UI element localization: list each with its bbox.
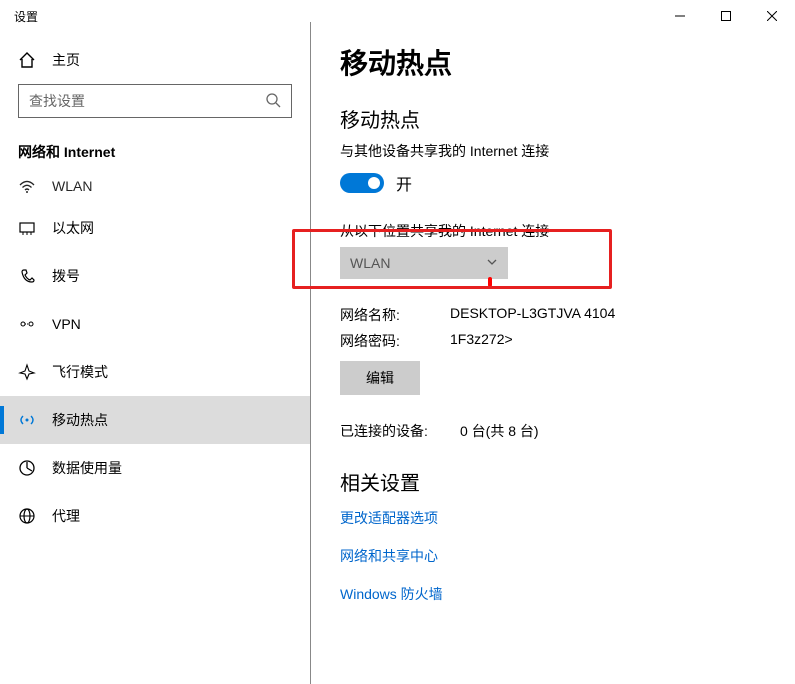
main-panel: 移动热点 移动热点 与其他设备共享我的 Internet 连接 开 从以下位置共… — [310, 32, 795, 634]
sidebar-item-ethernet[interactable]: 以太网 — [0, 204, 310, 252]
connected-devices-value: 0 台(共 8 台) — [460, 421, 539, 441]
sidebar-section-title: 网络和 Internet — [0, 138, 310, 168]
link-network-sharing-center[interactable]: 网络和共享中心 — [340, 546, 775, 566]
share-from-label: 从以下位置共享我的 Internet 连接 — [340, 221, 775, 241]
search-placeholder: 查找设置 — [29, 91, 85, 111]
vpn-icon — [18, 315, 36, 333]
network-name-key: 网络名称: — [340, 305, 450, 325]
chevron-down-icon — [486, 255, 498, 271]
airplane-icon — [18, 363, 36, 381]
sidebar-item-label: 数据使用量 — [52, 458, 122, 478]
maximize-button[interactable] — [703, 0, 749, 32]
sidebar-item-hotspot[interactable]: 移动热点 — [0, 396, 310, 444]
sidebar-item-label: 以太网 — [52, 218, 94, 238]
home-icon — [18, 51, 36, 69]
home-button[interactable]: 主页 — [0, 42, 310, 84]
hotspot-icon — [18, 411, 36, 429]
sidebar-item-label: 飞行模式 — [52, 362, 108, 382]
network-password-value: 1F3z272> — [450, 331, 513, 351]
window-title: 设置 — [14, 8, 38, 25]
sidebar-item-label: 代理 — [52, 506, 80, 526]
network-name-value: DESKTOP-L3GTJVA 4104 — [450, 305, 615, 325]
sidebar-item-label: VPN — [52, 316, 81, 332]
search-icon — [265, 92, 281, 111]
window-controls — [657, 0, 795, 32]
divider — [310, 22, 311, 684]
sidebar-item-label: WLAN — [52, 178, 92, 194]
section-title: 移动热点 — [340, 104, 775, 133]
dialup-icon — [18, 267, 36, 285]
sidebar-item-label: 移动热点 — [52, 410, 108, 430]
close-button[interactable] — [749, 0, 795, 32]
sidebar-item-data[interactable]: 数据使用量 — [0, 444, 310, 492]
link-adapter-options[interactable]: 更改适配器选项 — [340, 508, 775, 528]
dropdown-value: WLAN — [350, 255, 390, 271]
edit-button[interactable]: 编辑 — [340, 361, 420, 395]
toggle-label: 开 — [396, 171, 412, 195]
sidebar-item-dialup[interactable]: 拨号 — [0, 252, 310, 300]
minimize-button[interactable] — [657, 0, 703, 32]
sidebar-item-proxy[interactable]: 代理 — [0, 492, 310, 540]
search-input[interactable]: 查找设置 — [18, 84, 292, 118]
page-title: 移动热点 — [340, 42, 775, 82]
sidebar-item-vpn[interactable]: VPN — [0, 300, 310, 348]
annotation-marker — [488, 277, 492, 287]
ethernet-icon — [18, 219, 36, 237]
wifi-icon — [18, 177, 36, 195]
sidebar-item-wlan[interactable]: WLAN — [0, 168, 310, 204]
related-settings-title: 相关设置 — [340, 467, 775, 496]
home-label: 主页 — [52, 50, 80, 70]
network-password-key: 网络密码: — [340, 331, 450, 351]
sidebar-item-airplane[interactable]: 飞行模式 — [0, 348, 310, 396]
connected-devices-key: 已连接的设备: — [340, 421, 460, 441]
share-description: 与其他设备共享我的 Internet 连接 — [340, 141, 775, 161]
share-from-dropdown[interactable]: WLAN — [340, 247, 508, 279]
link-windows-firewall[interactable]: Windows 防火墙 — [340, 584, 775, 604]
sidebar-item-label: 拨号 — [52, 266, 80, 286]
proxy-icon — [18, 507, 36, 525]
sidebar: 主页 查找设置 网络和 Internet WLAN 以太网 拨号 — [0, 32, 310, 634]
data-usage-icon — [18, 459, 36, 477]
hotspot-toggle[interactable] — [340, 173, 384, 193]
